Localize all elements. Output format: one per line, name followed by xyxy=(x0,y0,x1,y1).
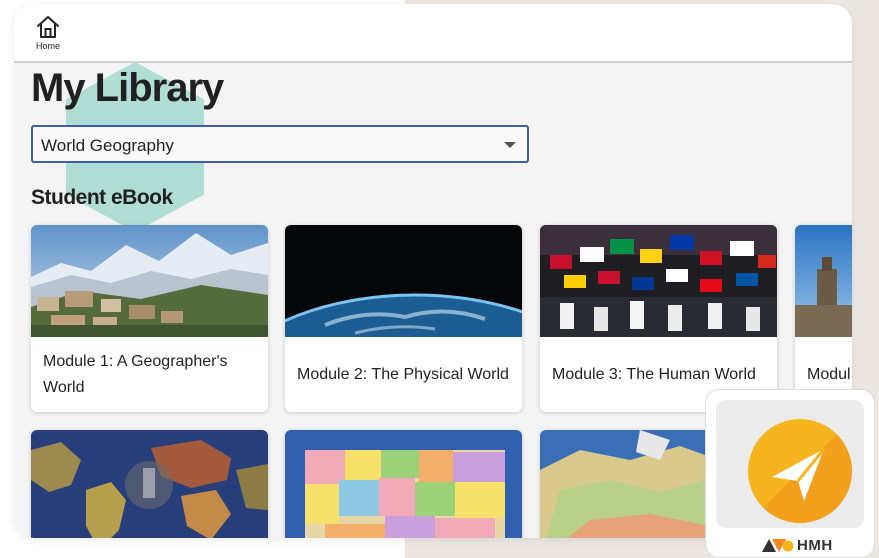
send-arrow-icon xyxy=(748,419,852,523)
city-tower-photo xyxy=(795,225,852,337)
book-select-dropdown[interactable]: World Geography xyxy=(31,125,529,163)
module-card-2[interactable]: Module 2: The Physical World xyxy=(285,225,522,412)
us-political-map xyxy=(285,430,522,538)
module-card-3[interactable]: Module 3: The Human World xyxy=(540,225,777,412)
hmh-logo-icon xyxy=(762,539,794,552)
home-button[interactable]: Home xyxy=(26,14,70,58)
page-title: My Library xyxy=(31,66,224,110)
module-title: Module 2: The Physical World xyxy=(297,365,509,383)
top-navigation-bar: Home xyxy=(14,4,852,63)
module-card-5[interactable] xyxy=(31,430,268,538)
section-title: Student eBook xyxy=(31,186,173,209)
hmh-widget-panel xyxy=(716,400,864,528)
module-title: Module 1: A Geographer's World xyxy=(43,352,228,396)
earth-from-space-photo xyxy=(285,225,522,337)
send-button[interactable] xyxy=(748,419,852,523)
hmh-widget: HMH xyxy=(705,389,875,558)
historical-world-map xyxy=(31,430,268,538)
home-icon xyxy=(37,16,59,38)
module-card-6[interactable] xyxy=(285,430,522,538)
mountain-village-photo xyxy=(31,225,268,337)
book-select-value: World Geography xyxy=(41,136,174,155)
module-card-1[interactable]: Module 1: A Geographer's World xyxy=(31,225,268,412)
module-card-4[interactable]: Modul Citizen xyxy=(795,225,852,412)
hmh-brand-text: HMH xyxy=(797,536,833,554)
home-label: Home xyxy=(35,41,60,51)
parade-of-flags-photo xyxy=(540,225,777,337)
hmh-logo: HMH xyxy=(762,536,833,554)
chevron-down-icon xyxy=(504,142,516,148)
